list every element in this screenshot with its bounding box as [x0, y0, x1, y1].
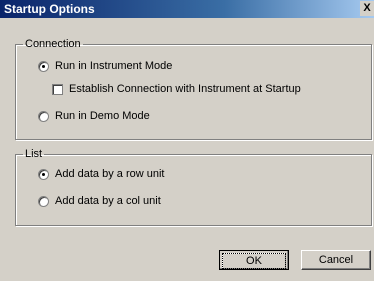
ok-button-label: OK: [222, 253, 286, 269]
row-unit-radio[interactable]: [38, 169, 49, 180]
establish-connection-checkbox[interactable]: [52, 84, 63, 95]
instrument-mode-label: Run in Instrument Mode: [55, 60, 173, 72]
col-unit-option[interactable]: Add data by a col unit: [38, 195, 161, 209]
col-unit-label: Add data by a col unit: [55, 195, 161, 207]
instrument-mode-option[interactable]: Run in Instrument Mode: [38, 60, 172, 74]
demo-mode-option[interactable]: Run in Demo Mode: [38, 110, 150, 124]
instrument-mode-radio[interactable]: [38, 61, 49, 72]
demo-mode-radio[interactable]: [38, 111, 49, 122]
title-bar: Startup Options X: [0, 0, 374, 18]
list-group: List: [15, 148, 372, 226]
row-unit-label: Add data by a row unit: [55, 168, 165, 180]
ok-button[interactable]: OK: [219, 250, 289, 270]
list-legend: List: [25, 148, 43, 160]
close-button[interactable]: X: [360, 1, 374, 16]
establish-connection-option[interactable]: Establish Connection with Instrument at …: [52, 83, 301, 97]
row-unit-option[interactable]: Add data by a row unit: [38, 168, 164, 182]
connection-legend: Connection: [25, 38, 81, 50]
cancel-button[interactable]: Cancel: [301, 250, 371, 270]
window-title: Startup Options: [4, 2, 95, 16]
establish-connection-label: Establish Connection with Instrument at …: [69, 83, 301, 95]
demo-mode-label: Run in Demo Mode: [55, 110, 150, 122]
col-unit-radio[interactable]: [38, 196, 49, 207]
